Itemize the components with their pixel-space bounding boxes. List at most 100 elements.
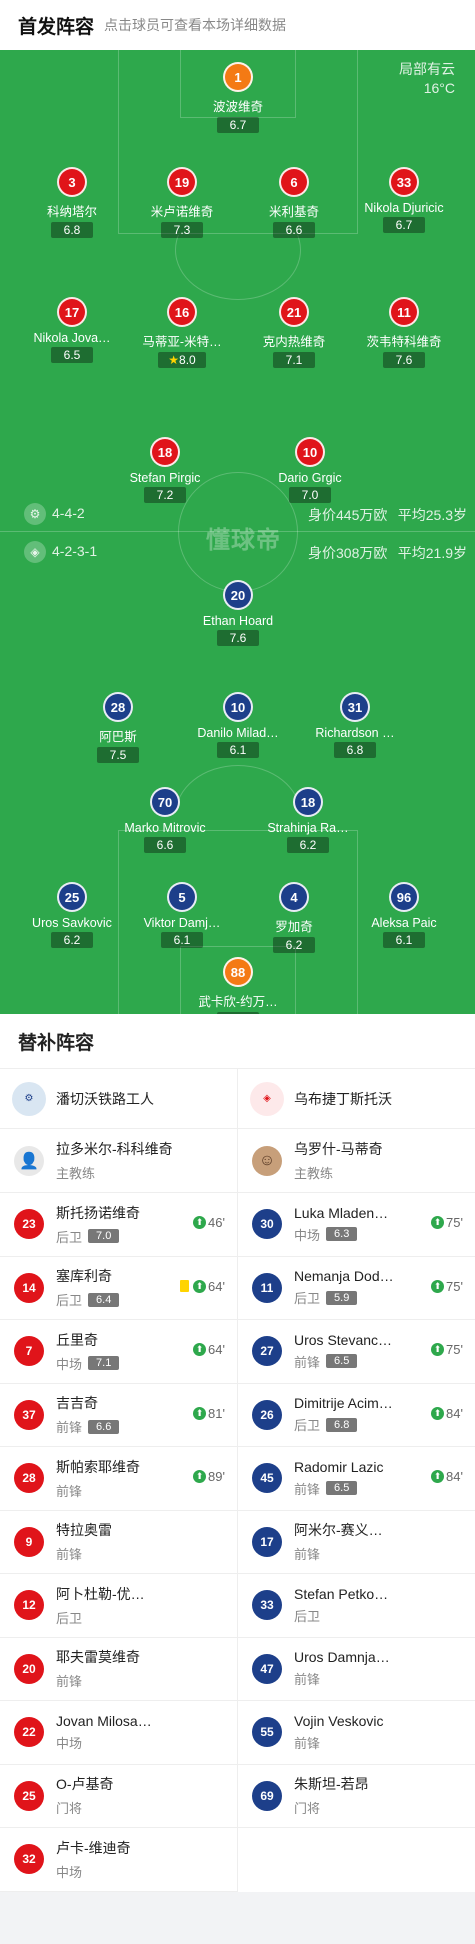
sub-position: 前锋	[56, 1420, 83, 1436]
home-sub-row[interactable]: 28 斯帕索耶维奇 前锋 ⬆ 89'	[0, 1447, 237, 1511]
home-player[interactable]: 18 Stefan Pirgic 7.2	[115, 437, 215, 504]
home-team-logo-icon: ⚙	[12, 1081, 46, 1116]
sub-name: 丘里奇	[56, 1331, 98, 1348]
home-player[interactable]: 33 Nikola Djuricic 6.7	[354, 167, 454, 234]
home-sub-row[interactable]: 9 特拉奥雷 前锋	[0, 1511, 237, 1574]
sub-in-icon: ⬆	[431, 1406, 445, 1420]
player-number: 88	[223, 957, 253, 987]
away-player[interactable]: 96 Aleksa Paic 6.1	[354, 882, 454, 949]
home-team-row[interactable]: ⚙ 潘切沃铁路工人	[0, 1069, 237, 1129]
sub-name: 卢卡-维迪奇	[56, 1839, 131, 1856]
away-player[interactable]: 10 Danilo Milad… 6.1	[188, 692, 288, 759]
home-player[interactable]: 1 波波维奇 6.7	[188, 62, 288, 134]
player-number: 1	[223, 62, 253, 92]
away-player[interactable]: 31 Richardson … 6.8	[305, 692, 405, 759]
away-player[interactable]: 18 Strahinja Ra… 6.2	[258, 787, 358, 854]
player-number: 31	[340, 692, 370, 722]
sub-in-minute: 46'	[208, 1215, 225, 1230]
away-sub-row[interactable]: 17 阿米尔-赛义… 前锋	[238, 1511, 475, 1574]
home-coach-role: 主教练	[56, 1166, 96, 1181]
player-number: 4	[279, 882, 309, 912]
sub-name: Stefan Petko…	[294, 1585, 389, 1602]
home-player[interactable]: 3 科纳塔尔 6.8	[22, 167, 122, 239]
player-name: Nikola Jova…	[33, 331, 111, 345]
rating-value: 6.5	[63, 348, 81, 362]
sub-in-icon: ⬆	[193, 1216, 207, 1229]
home-player[interactable]: 11 茨韦特科维奇 7.6	[354, 297, 454, 369]
sub-number: 37	[14, 1399, 44, 1430]
home-player[interactable]: 16 马蒂亚-米特… ★8.0	[132, 297, 232, 369]
home-coach-row[interactable]: 👤 拉多米尔-科科维奇 主教练	[0, 1129, 237, 1193]
away-sub-row[interactable]: 26 Dimitrije Acim… 后卫 6.8 ⬆ 84'	[238, 1384, 475, 1447]
sub-number: 17	[252, 1526, 282, 1557]
away-player[interactable]: 20 Ethan Hoard 7.6	[188, 580, 288, 647]
away-sub-row[interactable]: 33 Stefan Petko… 后卫	[238, 1574, 475, 1638]
home-player[interactable]: 10 Dario Grgic 7.0	[260, 437, 360, 504]
player-name: 克内热维奇	[262, 335, 326, 349]
away-sub-row[interactable]: 55 Vojin Veskovic 前锋	[238, 1701, 475, 1765]
rating-value: 6.2	[285, 938, 303, 952]
sub-name: Uros Damnja…	[294, 1649, 390, 1666]
sub-position: 门将	[294, 1801, 321, 1817]
sub-rating: 7.0	[88, 1229, 120, 1244]
player-number: 70	[150, 787, 180, 817]
home-sub-row[interactable]: 7 丘里奇 中场 7.1 ⬆ 64'	[0, 1320, 237, 1384]
sub-in-minute: 75'	[446, 1342, 463, 1357]
sub-number: 25	[14, 1780, 44, 1811]
sub-name: 斯帕索耶维奇	[56, 1458, 140, 1475]
player-number: 33	[389, 167, 419, 197]
sub-in-minute: 64'	[208, 1278, 225, 1294]
player-number: 96	[389, 882, 419, 912]
sub-in-indicator: ⬆ 89'	[193, 1469, 225, 1484]
home-sub-row[interactable]: 20 耶夫雷莫维奇 前锋	[0, 1638, 237, 1701]
away-player[interactable]: 88 武卡欣-约万… 7.9	[188, 957, 288, 1014]
sub-in-icon: ⬆	[431, 1470, 445, 1483]
sub-rating: 5.9	[326, 1290, 358, 1305]
home-sub-row[interactable]: 25 O-卢基奇 门将	[0, 1765, 237, 1828]
rating-value: 7.5	[109, 748, 127, 762]
home-player[interactable]: 21 克内热维奇 7.1	[244, 297, 344, 369]
away-player[interactable]: 25 Uros Savkovic 6.2	[22, 882, 122, 949]
home-sub-row[interactable]: 14 塞库利奇 后卫 6.4 ⬆ 64'	[0, 1257, 237, 1320]
rating-value: 6.2	[299, 838, 317, 852]
away-player[interactable]: 70 Marko Mitrovic 6.6	[115, 787, 215, 854]
star-icon: ★	[168, 353, 180, 367]
sub-number: 9	[14, 1526, 44, 1557]
player-name: 米卢诺维奇	[150, 205, 214, 219]
sub-position: 前锋	[56, 1547, 83, 1563]
away-team-badge-icon: ◈	[24, 541, 46, 563]
player-name: 罗加奇	[275, 920, 313, 934]
home-sub-row[interactable]: 23 斯托扬诺维奇 后卫 7.0 ⬆ 46'	[0, 1193, 237, 1257]
sub-in-icon: ⬆	[193, 1406, 207, 1420]
away-player[interactable]: 4 罗加奇 6.2	[244, 882, 344, 954]
away-player[interactable]: 28 阿巴斯 7.5	[68, 692, 168, 764]
sub-name: 朱斯坦-若昂	[294, 1776, 369, 1793]
away-sub-row[interactable]: 69 朱斯坦-若昂 门将	[238, 1765, 475, 1828]
player-name: 波波维奇	[212, 100, 263, 114]
away-player[interactable]: 5 Viktor Damj… 6.1	[132, 882, 232, 949]
home-sub-row[interactable]: 32 卢卡-维迪奇 中场	[0, 1828, 237, 1892]
rating-value: 7.6	[395, 353, 413, 367]
away-sub-row[interactable]: 45 Radomir Lazic 前锋 6.5 ⬆ 84'	[238, 1447, 475, 1511]
away-sub-row[interactable]: 47 Uros Damnja… 前锋	[238, 1638, 475, 1701]
home-player[interactable]: 19 米卢诺维奇 7.3	[132, 167, 232, 239]
player-number: 6	[279, 167, 309, 197]
away-coach-row[interactable]: ☺ 乌罗什-马蒂奇 主教练	[238, 1129, 475, 1193]
away-sub-row[interactable]: 30 Luka Mladen… 中场 6.3 ⬆ 75'	[238, 1193, 475, 1257]
away-team-row[interactable]: ◈ 乌布捷丁斯托沃	[238, 1069, 475, 1129]
sub-in-minute: 81'	[208, 1405, 225, 1421]
sub-position: 后卫	[56, 1293, 83, 1309]
home-player[interactable]: 6 米利基奇 6.6	[244, 167, 344, 239]
away-sub-row[interactable]: 27 Uros Stevanc… 前锋 6.5 ⬆ 75'	[238, 1320, 475, 1384]
sub-position: 前锋	[294, 1735, 321, 1751]
sub-in-minute: 89'	[208, 1469, 225, 1484]
away-sub-row[interactable]: 11 Nemanja Dod… 后卫 5.9 ⬆ 75'	[238, 1257, 475, 1320]
home-player[interactable]: 17 Nikola Jova… 6.5	[22, 297, 122, 364]
home-sub-row[interactable]: 12 阿卜杜勒-优… 后卫	[0, 1574, 237, 1638]
player-rating: 7.6	[383, 352, 425, 368]
player-rating: 7.2	[144, 487, 186, 503]
sub-name: 耶夫雷莫维奇	[56, 1649, 140, 1666]
home-sub-row[interactable]: 37 吉吉奇 前锋 6.6 ⬆ 81'	[0, 1384, 237, 1447]
sub-in-minute: 84'	[446, 1405, 463, 1421]
home-sub-row[interactable]: 22 Jovan Milosa… 中场	[0, 1701, 237, 1765]
